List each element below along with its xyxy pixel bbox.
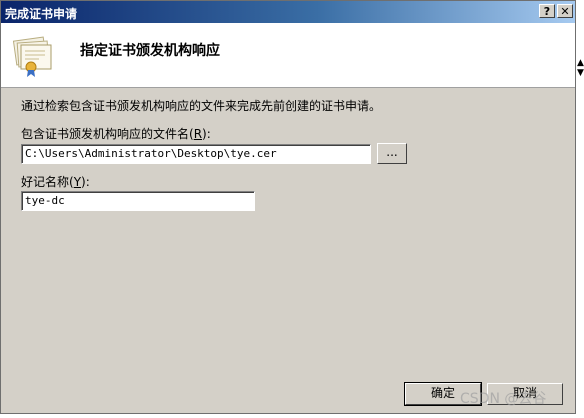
friendly-name-label: 好记名称(Y): bbox=[21, 173, 90, 190]
instructions-text: 通过检索包含证书颁发机构响应的文件来完成先前创建的证书申请。 bbox=[21, 99, 382, 113]
certificate-icon bbox=[9, 33, 55, 79]
friendly-name-label-text: 好记名称( bbox=[21, 175, 74, 189]
scroll-arrows-icon: ▲ ▼ bbox=[577, 58, 584, 78]
wizard-header: 指定证书颁发机构响应 bbox=[1, 23, 575, 88]
watermark-text: CSDN @去谷 bbox=[460, 391, 547, 407]
title-bar[interactable]: 完成证书申请 ? ✕ bbox=[1, 1, 575, 23]
browse-button[interactable]: ... bbox=[377, 143, 407, 164]
friendly-name-label-end: ): bbox=[81, 175, 90, 189]
close-button[interactable]: ✕ bbox=[557, 4, 573, 18]
friendly-name-accel: Y bbox=[73, 175, 82, 189]
window-title: 完成证书申请 bbox=[5, 7, 78, 21]
response-file-accel: R bbox=[193, 127, 203, 141]
header-title: 指定证书颁发机构响应 bbox=[80, 43, 220, 59]
response-file-label: 包含证书颁发机构响应的文件名(R): bbox=[21, 125, 211, 142]
response-file-input[interactable]: C:\Users\Administrator\Desktop\tye.cer bbox=[21, 144, 371, 164]
help-button[interactable]: ? bbox=[539, 4, 555, 18]
friendly-name-input[interactable]: tye-dc bbox=[21, 191, 255, 211]
response-file-label-end: ): bbox=[202, 127, 211, 141]
complete-certificate-request-dialog: 完成证书申请 ? ✕ 指定证书颁发机构响应 通过检索包含证书颁发机构响应的文件来… bbox=[0, 0, 576, 414]
response-file-label-text: 包含证书颁发机构响应的文件名( bbox=[21, 127, 194, 141]
